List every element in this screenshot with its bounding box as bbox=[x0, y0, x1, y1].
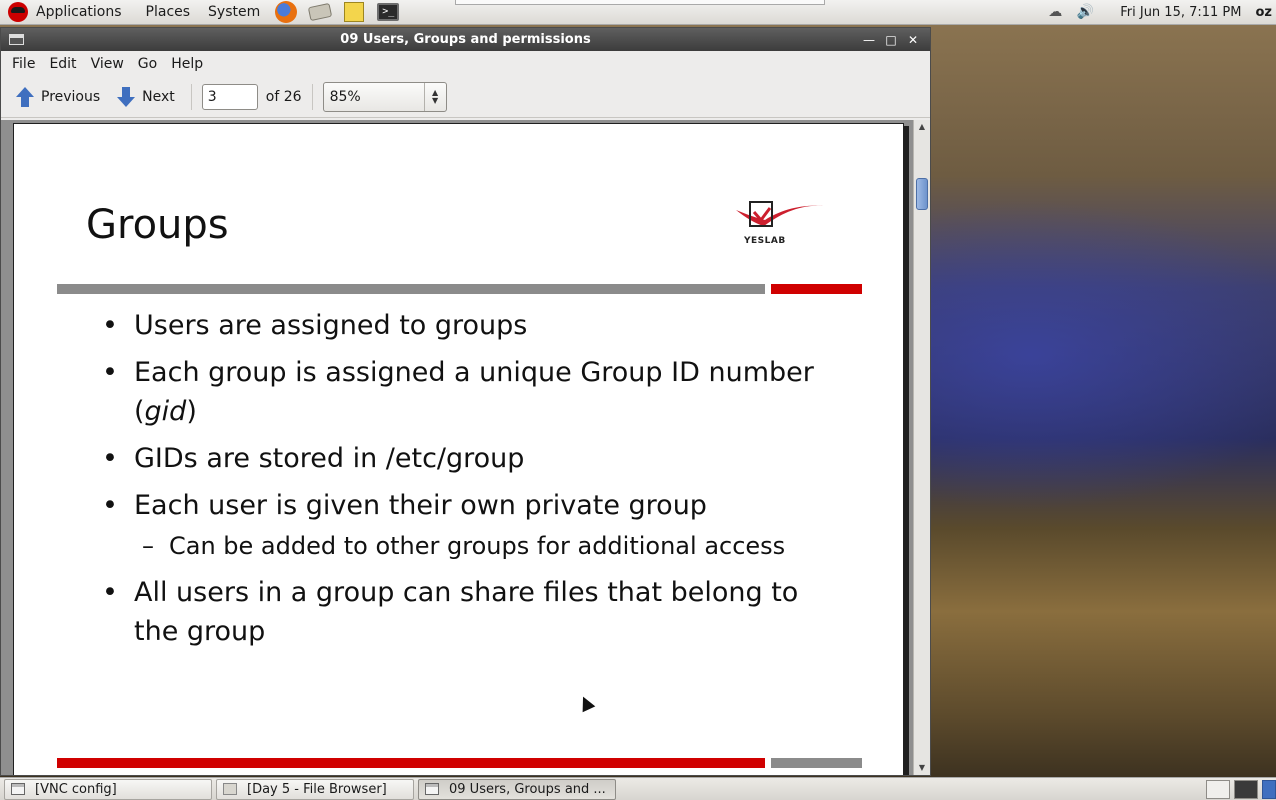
clock[interactable]: Fri Jun 15, 7:11 PM bbox=[1100, 5, 1255, 20]
zoom-select[interactable]: 85% ▲ ▼ bbox=[322, 81, 447, 112]
document-icon bbox=[425, 783, 439, 795]
task-label: 09 Users, Groups and ... bbox=[449, 781, 606, 797]
next-page-button[interactable]: Next bbox=[114, 82, 181, 112]
page-shadow bbox=[904, 126, 909, 775]
workspace-switcher bbox=[1202, 778, 1276, 800]
bottom-taskbar: [VNC config] [Day 5 - File Browser] 09 U… bbox=[0, 777, 1276, 800]
show-desktop-icon[interactable] bbox=[1206, 779, 1230, 799]
maximize-icon[interactable]: □ bbox=[880, 33, 902, 47]
vertical-scrollbar[interactable]: ▲ ▼ bbox=[913, 120, 930, 775]
previous-label: Previous bbox=[41, 88, 101, 105]
footer-rule-red bbox=[57, 758, 765, 768]
network-icon[interactable]: ☁ bbox=[1044, 2, 1066, 22]
yeslab-logo: YESLAB bbox=[732, 196, 826, 250]
menu-view[interactable]: View bbox=[84, 56, 131, 72]
slide-title: Groups bbox=[86, 202, 229, 248]
toolbar-separator bbox=[311, 83, 313, 110]
top-panel: Applications Places System >_ ☁ 🔊 Fri Ju… bbox=[0, 0, 1276, 25]
bullet-item: Users are assigned to groups bbox=[102, 306, 822, 345]
firefox-launcher[interactable] bbox=[274, 1, 298, 23]
user-menu[interactable]: oz bbox=[1256, 5, 1276, 20]
menu-help[interactable]: Help bbox=[164, 56, 210, 72]
menu-file[interactable]: File bbox=[5, 56, 42, 72]
document-viewer-window: 09 Users, Groups and permissions — □ ✕ F… bbox=[0, 27, 931, 776]
applications-menu[interactable]: Applications bbox=[0, 0, 137, 25]
slide-page: Groups YESLAB Users are assigned to grou… bbox=[13, 123, 904, 775]
logo-text: YESLAB bbox=[744, 236, 786, 246]
task-vnc-config[interactable]: [VNC config] bbox=[4, 778, 212, 800]
menu-go[interactable]: Go bbox=[131, 56, 164, 72]
workspace-icon[interactable] bbox=[1234, 779, 1258, 799]
toolbar-separator bbox=[190, 83, 192, 110]
page-number-input[interactable] bbox=[201, 83, 258, 110]
redhat-logo-icon bbox=[8, 2, 28, 22]
document-area[interactable]: Groups YESLAB Users are assigned to grou… bbox=[1, 120, 930, 775]
toolbar: Previous Next of 26 85% ▲▼ bbox=[1, 76, 930, 118]
applications-menu-label: Applications bbox=[36, 3, 122, 20]
minimize-icon[interactable]: — bbox=[858, 33, 880, 47]
places-menu[interactable]: Places bbox=[137, 0, 200, 25]
panel-notification-slot bbox=[455, 0, 825, 5]
volume-icon[interactable]: 🔊 bbox=[1074, 2, 1096, 22]
mail-launcher[interactable] bbox=[308, 1, 333, 23]
scroll-up-icon[interactable]: ▲ bbox=[914, 120, 930, 134]
task-file-browser[interactable]: [Day 5 - File Browser] bbox=[216, 778, 414, 800]
task-label: [Day 5 - File Browser] bbox=[247, 781, 387, 797]
bullet-item: All users in a group can share files tha… bbox=[102, 573, 822, 651]
terminal-icon: >_ bbox=[377, 3, 400, 21]
arrow-up-icon bbox=[15, 86, 35, 107]
workspace-indicator-icon[interactable] bbox=[1262, 779, 1276, 799]
yeslab-logo-icon bbox=[736, 201, 824, 227]
header-rule-red bbox=[771, 284, 862, 294]
system-menu[interactable]: System bbox=[199, 0, 269, 25]
menubar: File Edit View Go Help bbox=[1, 51, 930, 76]
next-label: Next bbox=[142, 88, 175, 105]
bullet-item: Each user is given their own private gro… bbox=[102, 486, 822, 525]
footer-rule-gray bbox=[771, 758, 862, 768]
previous-page-button[interactable]: Previous bbox=[13, 82, 106, 112]
sub-bullet-item: Can be added to other groups for additio… bbox=[102, 529, 822, 563]
folder-icon bbox=[223, 783, 237, 795]
window-controls: — □ ✕ bbox=[858, 28, 924, 51]
header-rule-gray bbox=[57, 284, 765, 294]
zoom-value: 85% bbox=[329, 88, 361, 105]
text-editor-icon bbox=[344, 2, 365, 22]
bullet-list: Users are assigned to groups Each group … bbox=[102, 306, 822, 659]
scroll-down-icon[interactable]: ▼ bbox=[914, 761, 930, 775]
system-tray: ☁ 🔊 Fri Jun 15, 7:11 PM oz bbox=[1040, 0, 1276, 25]
task-document-viewer[interactable]: 09 Users, Groups and ... bbox=[418, 778, 616, 800]
text-editor-launcher[interactable] bbox=[342, 1, 366, 23]
window-icon bbox=[11, 783, 25, 795]
firefox-icon bbox=[275, 1, 298, 23]
bullet-item: GIDs are stored in /etc/group bbox=[102, 439, 822, 478]
mail-client-icon bbox=[308, 2, 333, 22]
bullet-item: Each group is assigned a unique Group ID… bbox=[102, 353, 822, 431]
page-count: of 26 bbox=[265, 88, 302, 105]
window-title: 09 Users, Groups and permissions bbox=[340, 32, 591, 47]
scrollbar-thumb[interactable] bbox=[916, 178, 928, 210]
task-label: [VNC config] bbox=[35, 781, 117, 797]
window-titlebar[interactable]: 09 Users, Groups and permissions — □ ✕ bbox=[1, 28, 930, 51]
arrow-down-icon bbox=[116, 86, 136, 107]
menu-edit[interactable]: Edit bbox=[42, 56, 83, 72]
terminal-launcher[interactable]: >_ bbox=[376, 1, 400, 23]
close-icon[interactable]: ✕ bbox=[902, 33, 924, 47]
zoom-spin-icon[interactable]: ▲ ▼ bbox=[423, 82, 446, 111]
